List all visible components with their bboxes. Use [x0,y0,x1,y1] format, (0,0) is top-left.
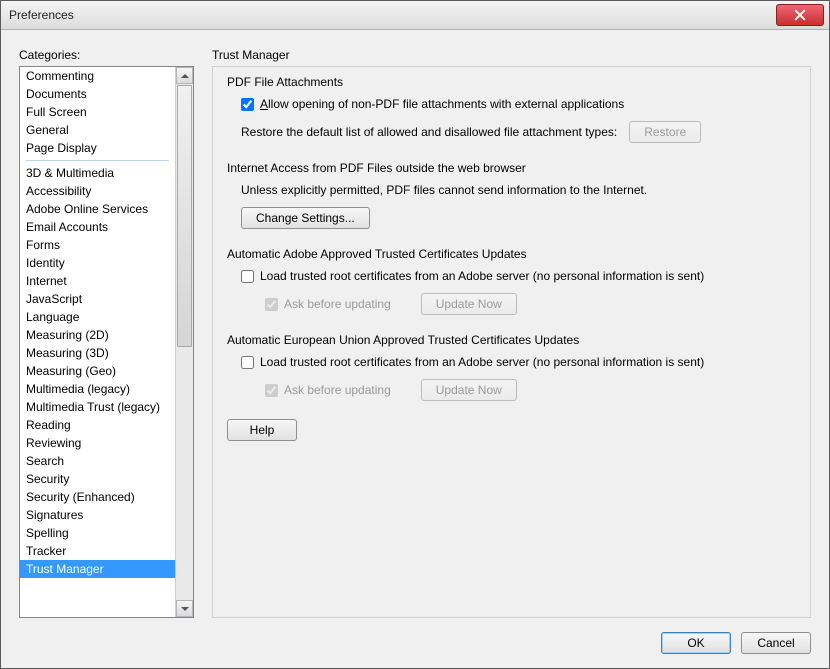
change-settings-button[interactable]: Change Settings... [241,207,370,229]
dialog-footer: OK Cancel [19,618,811,654]
internet-desc: Unless explicitly permitted, PDF files c… [241,183,647,197]
category-item[interactable]: Security [20,470,175,488]
category-item[interactable]: Adobe Online Services [20,200,175,218]
titlebar: Preferences [1,1,829,30]
category-item[interactable]: Signatures [20,506,175,524]
group-adobe-certs: Automatic Adobe Approved Trusted Certifi… [227,247,796,315]
categories-list: CommentingDocumentsFull ScreenGeneralPag… [20,67,175,617]
eu-ask-checkbox-label: Ask before updating [265,383,391,397]
settings-title: Trust Manager [212,48,811,62]
category-item[interactable]: Spelling [20,524,175,542]
eu-load-checkbox[interactable] [241,356,254,369]
scroll-down-button[interactable] [176,600,193,617]
chevron-up-icon [181,74,189,78]
category-item[interactable]: 3D & Multimedia [20,164,175,182]
help-button[interactable]: Help [227,419,297,441]
settings-panel: PDF File Attachments Allow opening of no… [212,66,811,618]
category-item[interactable]: Full Screen [20,103,175,121]
category-item[interactable]: Multimedia (legacy) [20,380,175,398]
category-item[interactable]: Measuring (Geo) [20,362,175,380]
category-item[interactable]: Multimedia Trust (legacy) [20,398,175,416]
group-pdf-attachments: PDF File Attachments Allow opening of no… [227,75,796,143]
category-item[interactable]: Internet [20,272,175,290]
category-item[interactable]: Identity [20,254,175,272]
ok-button[interactable]: OK [661,632,731,654]
scrollbar[interactable] [175,67,193,617]
preferences-window: Preferences Categories: CommentingDocume… [0,0,830,669]
categories-label: Categories: [19,48,194,62]
restore-button[interactable]: Restore [629,121,701,143]
group-eu-certs: Automatic European Union Approved Truste… [227,333,796,401]
category-separator [26,160,169,161]
category-item[interactable]: Reading [20,416,175,434]
restore-label: Restore the default list of allowed and … [241,125,617,139]
close-icon [794,9,806,21]
close-button[interactable] [776,4,824,26]
group-title: Internet Access from PDF Files outside t… [227,161,796,175]
main-area: Categories: CommentingDocumentsFull Scre… [19,48,811,618]
eu-update-now-button[interactable]: Update Now [421,379,517,401]
category-item[interactable]: Accessibility [20,182,175,200]
allow-opening-checkbox[interactable] [241,98,254,111]
category-item[interactable]: Page Display [20,139,175,157]
group-title: Automatic Adobe Approved Trusted Certifi… [227,247,796,261]
category-item[interactable]: Commenting [20,67,175,85]
group-title: PDF File Attachments [227,75,796,89]
categories-listbox[interactable]: CommentingDocumentsFull ScreenGeneralPag… [19,66,194,618]
group-internet-access: Internet Access from PDF Files outside t… [227,161,796,229]
adobe-load-checkbox[interactable] [241,270,254,283]
eu-load-checkbox-label[interactable]: Load trusted root certificates from an A… [241,355,704,369]
category-item[interactable]: Trust Manager [20,560,175,578]
scroll-thumb[interactable] [177,85,192,347]
category-item[interactable]: JavaScript [20,290,175,308]
adobe-ask-checkbox-label: Ask before updating [265,297,391,311]
window-title: Preferences [9,8,74,22]
category-item[interactable]: General [20,121,175,139]
client-area: Categories: CommentingDocumentsFull Scre… [1,30,829,668]
adobe-update-now-button[interactable]: Update Now [421,293,517,315]
cancel-button[interactable]: Cancel [741,632,811,654]
category-item[interactable]: Language [20,308,175,326]
adobe-load-checkbox-label[interactable]: Load trusted root certificates from an A… [241,269,704,283]
settings-pane: Trust Manager PDF File Attachments Allow… [212,48,811,618]
category-item[interactable]: Security (Enhanced) [20,488,175,506]
category-item[interactable]: Measuring (3D) [20,344,175,362]
category-item[interactable]: Reviewing [20,434,175,452]
group-title: Automatic European Union Approved Truste… [227,333,796,347]
category-item[interactable]: Measuring (2D) [20,326,175,344]
category-item[interactable]: Forms [20,236,175,254]
category-item[interactable]: Tracker [20,542,175,560]
adobe-ask-checkbox [265,298,278,311]
category-item[interactable]: Email Accounts [20,218,175,236]
category-item[interactable]: Documents [20,85,175,103]
chevron-down-icon [181,607,189,611]
scroll-up-button[interactable] [176,67,193,84]
eu-ask-checkbox [265,384,278,397]
categories-pane: Categories: CommentingDocumentsFull Scre… [19,48,194,618]
category-item[interactable]: Search [20,452,175,470]
allow-opening-checkbox-label[interactable]: Allow opening of non-PDF file attachment… [241,97,624,111]
